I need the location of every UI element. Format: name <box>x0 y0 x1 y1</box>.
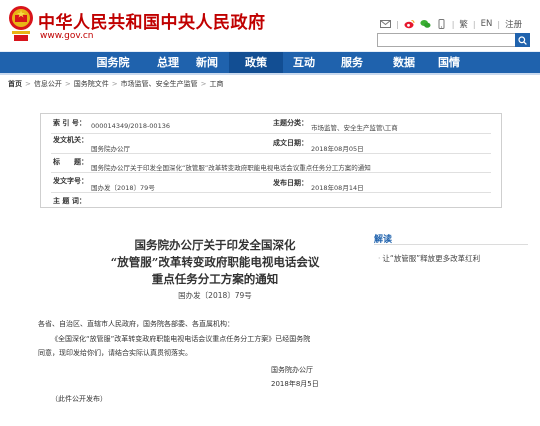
title-label: 标 题： <box>53 158 88 166</box>
site-url[interactable]: www.gov.cn <box>40 31 93 41</box>
nav-item-news[interactable]: 新闻 <box>180 52 234 74</box>
topic-value[interactable]: 市场监管、安全生产监管\工商 <box>311 122 398 132</box>
publish-date-label: 发布日期： <box>273 179 308 187</box>
doc-number-value: 国办发〔2018〕79号 <box>91 184 155 192</box>
search-input[interactable] <box>377 33 517 47</box>
nav-item-state-council[interactable]: 国务院 <box>86 52 140 74</box>
document-body-line-1: 《全国深化“放管服”改革转变政府职能电视电话会议重点任务分工方案》已经国务院 <box>51 335 311 343</box>
wechat-icon[interactable] <box>420 19 431 29</box>
nav-divider <box>0 73 540 75</box>
document-body-line-2: 同意，现印发给你们，请结合实际认真贯彻落实。 <box>38 349 192 357</box>
issuer-value: 国务院办公厅 <box>91 145 130 153</box>
document-salutation: 各省、自治区、直辖市人民政府，国务院各部委、各直属机构： <box>38 320 234 328</box>
breadcrumb-home[interactable]: 首页 <box>8 79 22 89</box>
breadcrumb-commerce[interactable]: 工商 <box>210 79 224 89</box>
sidebar-link[interactable]: · 让“放管服”释放更多改革红利 <box>378 251 518 266</box>
register-link[interactable]: 注册 <box>505 18 522 30</box>
national-emblem-icon[interactable] <box>8 5 34 43</box>
info-divider <box>51 192 491 193</box>
site-header: 中华人民共和国中央人民政府 www.gov.cn | | 繁 | EN | 注册 <box>0 0 540 50</box>
search-icon <box>518 35 527 45</box>
nav-item-national-info[interactable]: 国情 <box>422 52 476 74</box>
info-divider <box>51 153 491 154</box>
main-nav: 国务院 总理 新闻 政策 互动 服务 数据 国情 <box>0 51 540 74</box>
sidebar-divider <box>374 244 528 245</box>
info-divider <box>51 133 491 134</box>
written-date-label: 成文日期： <box>273 139 308 147</box>
weibo-icon[interactable] <box>404 19 415 29</box>
breadcrumb-state-council-docs[interactable]: 国务院文件 <box>74 79 109 89</box>
header-toolbar: | | 繁 | EN | 注册 <box>380 18 522 30</box>
breadcrumb-separator-icon: > <box>25 80 31 88</box>
document-title-line-1: 国务院办公厅关于印发全国深化 <box>134 238 296 252</box>
document-title-line-3: 重点任务分工方案的通知 <box>151 272 279 286</box>
keywords-label: 主 题 词： <box>53 197 86 205</box>
info-divider <box>51 172 491 173</box>
public-release-note: （此件公开发布） <box>51 395 107 403</box>
english-link[interactable]: EN <box>481 19 493 29</box>
publish-date-value: 2018年08月14日 <box>311 184 364 192</box>
document-date: 2018年8月5日 <box>271 380 319 388</box>
doc-number-label: 发文字号： <box>53 177 88 185</box>
traditional-chinese-link[interactable]: 繁 <box>459 18 468 30</box>
index-number-value: 000014349/2018-00136 <box>91 122 170 130</box>
breadcrumb-info-disclosure[interactable]: 信息公开 <box>34 79 62 89</box>
written-date-value: 2018年08月05日 <box>311 145 364 153</box>
document-title-line-2: “放管服”改革转变政府职能电视电话会议 <box>110 255 320 269</box>
breadcrumb: 首页 > 信息公开 > 国务院文件 > 市场监管、安全生产监管 > 工商 <box>8 79 224 89</box>
breadcrumb-market-regulation[interactable]: 市场监管、安全生产监管 <box>121 79 198 89</box>
nav-item-services[interactable]: 服务 <box>325 52 379 74</box>
sidebar-link-text[interactable]: 让“放管服”释放更多改革红利 <box>382 254 480 263</box>
index-number-label: 索 引 号： <box>53 119 86 127</box>
topic-label: 主题分类： <box>273 119 308 127</box>
document-info-table: 索 引 号： 000014349/2018-00136 主题分类： 市场监管、安… <box>40 113 502 208</box>
bullet-icon: · <box>378 254 381 263</box>
mobile-icon[interactable] <box>436 19 447 29</box>
document-number: 国办发〔2018〕79号 <box>178 291 252 300</box>
breadcrumb-separator-icon: > <box>64 80 71 88</box>
mail-icon[interactable] <box>380 19 391 29</box>
nav-item-interaction[interactable]: 互动 <box>277 52 331 74</box>
title-value: 国务院办公厅关于印发全国深化“放管服”改革转变政府职能电视电话会议重点任务分工方… <box>91 164 371 172</box>
site-title[interactable]: 中华人民共和国中央人民政府 <box>38 8 266 33</box>
breadcrumb-separator-icon: > <box>200 80 207 88</box>
search-button[interactable] <box>515 33 530 47</box>
nav-item-policy[interactable]: 政策 <box>229 52 283 74</box>
issuer-label: 发文机关： <box>53 136 88 144</box>
document-signer: 国务院办公厅 <box>271 366 313 374</box>
breadcrumb-separator-icon: > <box>111 80 118 88</box>
